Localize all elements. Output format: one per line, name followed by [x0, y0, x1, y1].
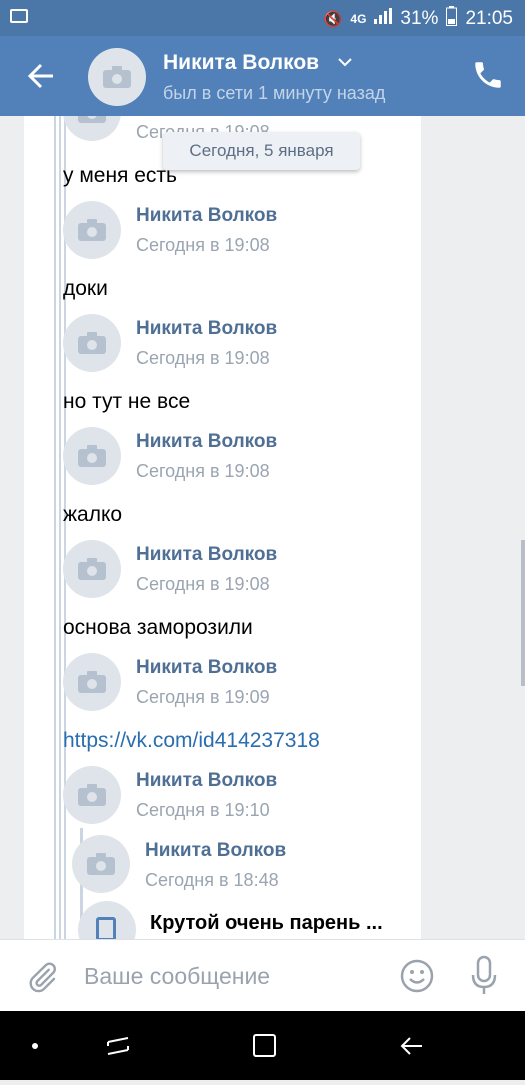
- camera-icon: [78, 558, 106, 580]
- battery-icon: [446, 6, 458, 32]
- status-bar: 🔇 4G 31% 21:05: [0, 0, 525, 36]
- emoji-button[interactable]: [399, 958, 435, 994]
- voice-message-button[interactable]: [469, 955, 499, 997]
- back-arrow-icon: [27, 63, 53, 89]
- home-icon[interactable]: [253, 1034, 276, 1057]
- message-list[interactable]: Сегодня в 19:08 у меня есть Никита Волко…: [0, 116, 525, 939]
- chat-header: Никита Волков был в сети 1 минуту назад: [0, 36, 525, 116]
- chevron-down-icon[interactable]: [337, 54, 353, 72]
- message-text: у меня есть: [63, 164, 177, 187]
- paperclip-icon: [29, 962, 56, 993]
- sender-avatar[interactable]: [63, 201, 121, 259]
- mute-icon: 🔇: [323, 11, 343, 28]
- sender-avatar[interactable]: [63, 540, 121, 598]
- message-composer: Ваше сообщение: [0, 939, 525, 1012]
- call-button[interactable]: [471, 58, 505, 92]
- back-nav-icon[interactable]: [400, 1037, 422, 1055]
- forwarded-message-text: Крутой очень парень ...: [150, 912, 383, 934]
- date-divider: Сегодня, 5 января: [163, 132, 360, 170]
- sender-name[interactable]: Никита Волков: [136, 657, 277, 679]
- gallery-notification-icon: [10, 9, 28, 23]
- attach-button[interactable]: [24, 960, 60, 996]
- message-time: Сегодня в 19:08: [136, 461, 270, 481]
- contact-avatar[interactable]: [88, 48, 146, 106]
- forwarded-messages-card: Сегодня в 19:08 у меня есть Никита Волко…: [24, 116, 421, 939]
- sender-name[interactable]: Никита Волков: [136, 544, 277, 566]
- nav-dot-icon[interactable]: [32, 1043, 38, 1049]
- forwarded-sender-name[interactable]: Никита Волков: [145, 840, 286, 862]
- sender-name[interactable]: Никита Волков: [136, 431, 277, 453]
- signal-icon: [374, 8, 393, 30]
- phone-icon: [475, 62, 501, 88]
- message-time: Сегодня в 19:08: [136, 348, 270, 368]
- message-time: Сегодня в 19:10: [136, 800, 270, 820]
- camera-icon: [103, 66, 131, 88]
- message-input[interactable]: Ваше сообщение: [84, 963, 270, 990]
- microphone-icon: [471, 955, 497, 994]
- sender-avatar[interactable]: [63, 314, 121, 372]
- contact-name[interactable]: Никита Волков: [163, 51, 319, 75]
- sender-name[interactable]: Никита Волков: [136, 205, 277, 227]
- message-text: основа заморозили: [63, 616, 253, 639]
- sender-name[interactable]: Никита Волков: [136, 318, 277, 340]
- camera-icon: [78, 332, 106, 354]
- sender-avatar[interactable]: [63, 427, 121, 485]
- sender-avatar[interactable]: [63, 653, 121, 711]
- message-text: но тут не все: [63, 390, 191, 413]
- scrollbar[interactable]: [521, 540, 525, 686]
- camera-icon: [78, 671, 106, 693]
- message-time: Сегодня в 19:08: [136, 235, 270, 255]
- clock: 21:05: [465, 8, 513, 29]
- sender-avatar[interactable]: [63, 116, 121, 141]
- profile-link[interactable]: https://vk.com/id414237318: [63, 729, 320, 753]
- battery-percent: 31%: [400, 8, 439, 29]
- network-type: 4G: [350, 12, 367, 26]
- smile-icon: [400, 959, 434, 993]
- camera-icon: [78, 784, 106, 806]
- message-text: жалко: [63, 503, 123, 526]
- message-time: Сегодня в 19:08: [136, 574, 270, 594]
- forwarded-sender-avatar[interactable]: [72, 835, 130, 893]
- contact-status: был в сети 1 минуту назад: [163, 83, 386, 103]
- system-nav-bar: [0, 1011, 525, 1080]
- forwarded-message-time: Сегодня в 18:48: [145, 870, 279, 890]
- recents-icon[interactable]: [107, 1037, 129, 1055]
- camera-icon: [78, 219, 106, 241]
- sender-name[interactable]: Никита Волков: [136, 770, 277, 792]
- camera-icon: [87, 853, 115, 875]
- camera-icon: [78, 116, 106, 123]
- camera-icon: [78, 445, 106, 467]
- sender-avatar[interactable]: [63, 766, 121, 824]
- back-button[interactable]: [26, 58, 56, 94]
- message-time: Сегодня в 19:09: [136, 687, 270, 707]
- message-text: доки: [63, 277, 108, 300]
